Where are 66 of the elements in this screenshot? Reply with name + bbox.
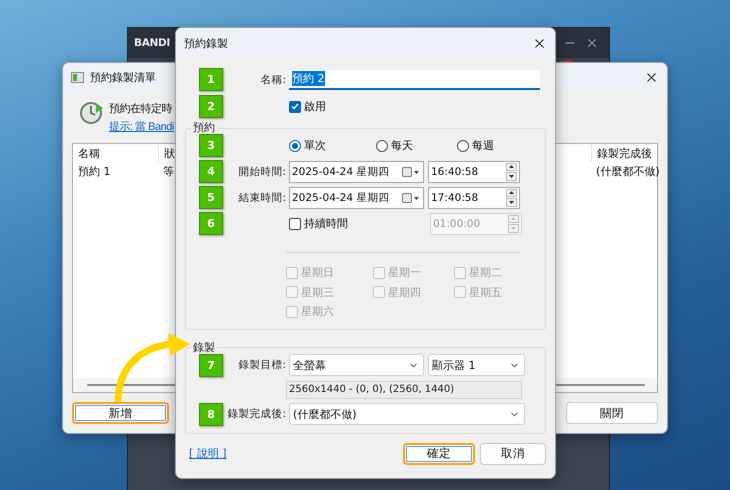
repeat-radio[interactable]: 每天 — [376, 138, 457, 153]
step-badge: 8 — [199, 402, 223, 426]
app-logo-text: BANDI — [134, 37, 170, 49]
dialog-title: 預約錄製 — [184, 36, 228, 50]
radio-icon[interactable] — [376, 140, 388, 152]
date-field[interactable]: 2025-04-24 星期四 — [289, 160, 424, 182]
radio-label: 每天 — [391, 138, 413, 153]
repeat-radio[interactable]: 每週 — [457, 138, 532, 153]
step-badge: 7 — [199, 354, 223, 376]
checkbox-label: 星期四 — [388, 284, 421, 300]
clock-icon — [80, 101, 104, 125]
checkbox-label: 星期一 — [388, 265, 421, 280]
close-icon[interactable] — [585, 36, 599, 50]
step-badge: 4 — [199, 160, 223, 183]
column-header[interactable]: 錄製完成後 — [591, 144, 655, 162]
field-label: 錄製完成後: — [227, 407, 286, 421]
radio-label: 單次 — [304, 138, 326, 153]
close-button[interactable]: 關閉 — [566, 402, 658, 424]
table-cell-text: 預約 1 — [77, 164, 112, 180]
monitor-dropdown[interactable]: 顯示器 1 — [428, 354, 525, 376]
checkbox-label: 星期三 — [301, 284, 334, 300]
add-button[interactable]: 新增 — [72, 402, 169, 424]
cancel-button[interactable]: 取消 — [480, 442, 546, 464]
step-badge: 2 — [199, 95, 223, 118]
date-field[interactable]: 2025-04-24 星期四 — [289, 186, 424, 208]
checkbox-label: 星期六 — [301, 304, 334, 320]
resolution-field: 2560x1440 - (0, 0), (2560, 1440) — [286, 380, 522, 398]
field-label: 開始時間: — [238, 164, 286, 178]
table-cell-text: (什麼都不做) — [595, 164, 661, 180]
calendar-dropdown-icon[interactable] — [402, 166, 420, 176]
time-field[interactable]: 17:40:58 — [428, 186, 520, 208]
after-recording-dropdown[interactable]: (什麼都不做) — [289, 403, 525, 425]
checkbox-label: 星期五 — [469, 284, 502, 300]
enable-checkbox[interactable]: 啟用 — [289, 99, 326, 114]
step-badge: 6 — [199, 212, 223, 235]
name-field[interactable]: 預約 2 — [289, 70, 540, 90]
checkbox-label: 持續時間 — [304, 216, 348, 231]
spinner-icon[interactable] — [506, 188, 517, 206]
field-label: 名稱: — [260, 72, 286, 86]
column-header[interactable]: 名稱 — [73, 144, 103, 162]
step-badge: 5 — [199, 186, 223, 209]
step-badge: 3 — [199, 134, 223, 157]
radio-icon[interactable] — [457, 140, 469, 152]
radio-icon[interactable] — [289, 140, 301, 152]
step-badge: 1 — [199, 68, 223, 91]
spinner-icon[interactable] — [506, 162, 517, 180]
checkbox-label: 星期日 — [301, 265, 334, 280]
radio-label: 每週 — [472, 138, 494, 153]
calendar-dropdown-icon[interactable] — [402, 192, 420, 202]
app-icon — [71, 72, 84, 82]
field-label: 結束時間: — [238, 190, 286, 204]
table-cell-text: 等 — [162, 164, 175, 180]
ok-button[interactable]: 確定 — [403, 442, 475, 464]
field-label: 錄製目標: — [238, 358, 286, 372]
checkbox-label: 星期二 — [469, 265, 502, 280]
window-title: 預約錄製清單 — [90, 70, 156, 84]
checkbox-label: 啟用 — [304, 99, 326, 114]
checkbox-icon[interactable] — [289, 100, 301, 112]
group-title: 預約 — [192, 122, 216, 134]
repeat-radio[interactable]: 單次 — [289, 138, 376, 153]
group-title: 錄製 — [192, 342, 216, 354]
description-text: 預約在特定時 — [109, 102, 174, 116]
tip-link[interactable]: 提示: 當 Bandi — [109, 119, 174, 134]
help-link[interactable]: [ 說明 ] — [189, 446, 227, 461]
target-dropdown[interactable]: 全螢幕 — [289, 354, 424, 376]
time-field[interactable]: 16:40:58 — [428, 160, 520, 182]
